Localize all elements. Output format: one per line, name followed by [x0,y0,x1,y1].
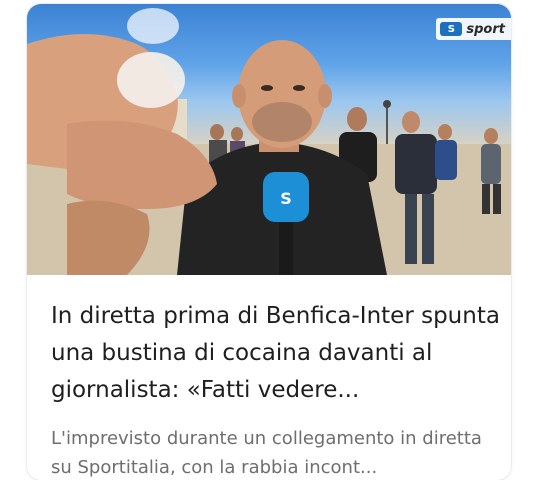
thumbnail-scene: S [27,8,511,275]
logo-text: sport [466,21,505,37]
sportitalia-logo: S sport [436,18,511,40]
news-card[interactable]: S S sport In diretta prima di Benfica-In… [27,4,511,480]
glare [127,8,179,44]
microphone-handle [279,214,293,275]
reporter-ear [318,84,332,108]
reporter-ear [232,84,246,108]
svg-text:S: S [280,189,292,208]
reporter-eye [293,85,305,91]
small-bag [117,52,185,108]
article-summary: L'imprevisto durante un collegamento in … [51,428,482,478]
lamp [383,100,391,108]
logo-mark: S [440,22,463,36]
article-thumbnail[interactable]: S S sport [27,4,511,275]
article-headline[interactable]: In diretta prima di Benfica-Inter spunta… [51,298,503,409]
reporter-beard [252,102,312,142]
hand-arm [67,120,217,209]
reporter-eye [261,85,273,91]
